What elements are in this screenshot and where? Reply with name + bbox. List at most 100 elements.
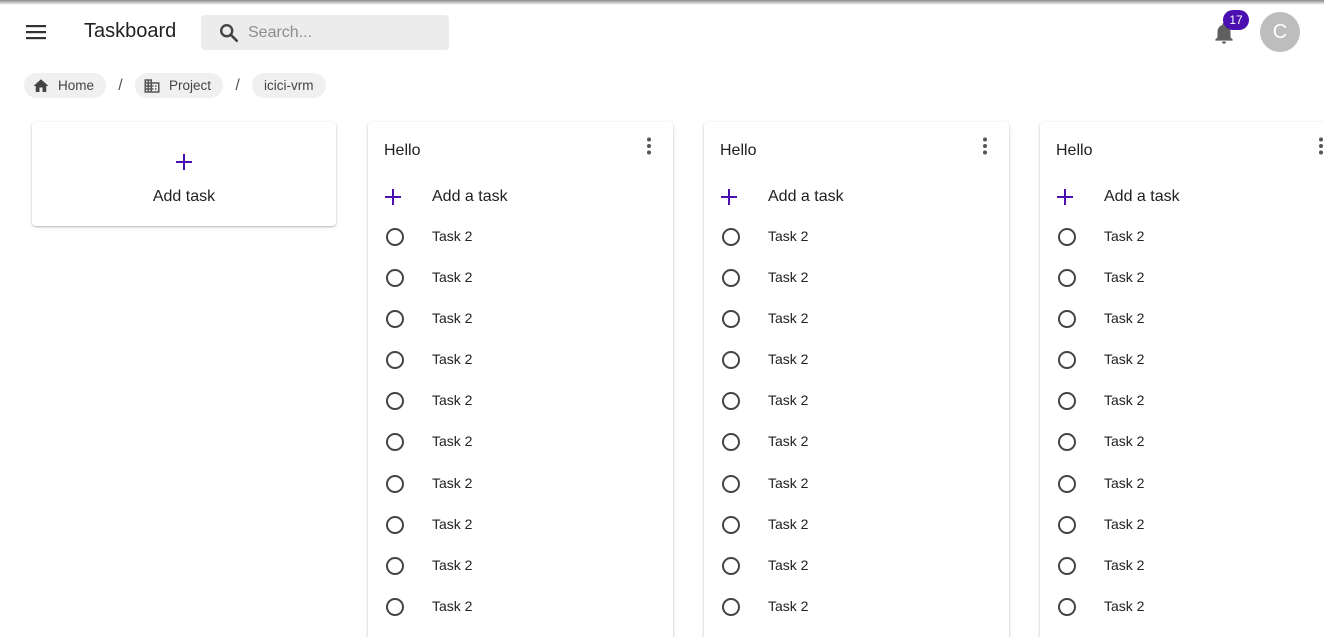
search-input[interactable]	[248, 15, 443, 50]
task-item[interactable]: Task 2	[1056, 225, 1324, 266]
task-item[interactable]: Task 2	[720, 595, 990, 636]
task-checkbox[interactable]	[722, 392, 740, 411]
task-list: Task 2 Task 2 Task 2 Task 2 Task 2 Task …	[720, 225, 990, 636]
task-label: Task 2	[1104, 556, 1145, 573]
task-item[interactable]: Task 2	[1056, 472, 1324, 513]
task-label: Task 2	[768, 433, 809, 450]
task-item[interactable]: Task 2	[1056, 554, 1324, 595]
task-item[interactable]: Task 2	[384, 595, 654, 636]
menu-icon[interactable]	[22, 18, 50, 46]
task-checkbox[interactable]	[1058, 392, 1076, 411]
task-item[interactable]: Task 2	[384, 430, 654, 471]
task-label: Task 2	[1104, 310, 1145, 327]
task-label: Task 2	[1104, 515, 1145, 532]
task-checkbox[interactable]	[1058, 556, 1076, 575]
search-box[interactable]	[201, 15, 449, 50]
app-bar: Taskboard 17 C	[0, 0, 1324, 64]
breadcrumb-current[interactable]: icici-vrm	[252, 73, 326, 98]
task-item[interactable]: Task 2	[384, 307, 654, 348]
task-label: Task 2	[432, 228, 473, 244]
task-label: Task 2	[1104, 228, 1145, 244]
task-item[interactable]: Task 2	[384, 389, 654, 430]
task-item[interactable]: Task 2	[384, 225, 654, 266]
task-item[interactable]: Task 2	[1056, 430, 1324, 471]
task-item[interactable]: Task 2	[1056, 266, 1324, 307]
task-item[interactable]: Task 2	[1056, 513, 1324, 554]
task-checkbox[interactable]	[1058, 269, 1076, 288]
plus-icon	[385, 189, 401, 205]
task-checkbox[interactable]	[722, 228, 740, 246]
task-item[interactable]: Task 2	[1056, 348, 1324, 389]
task-checkbox[interactable]	[722, 351, 740, 370]
avatar[interactable]: C	[1260, 12, 1300, 52]
task-checkbox[interactable]	[722, 474, 740, 493]
task-column: Hello Add a task Task 2 Task 2 Task 2 Ta…	[368, 122, 673, 637]
task-item[interactable]: Task 2	[384, 513, 654, 554]
task-item[interactable]: Task 2	[1056, 307, 1324, 348]
breadcrumb-label: Home	[58, 78, 95, 93]
add-task-card-label: Add task	[152, 188, 216, 205]
breadcrumb-label: icici-vrm	[264, 78, 314, 93]
task-checkbox[interactable]	[722, 556, 740, 575]
task-item[interactable]: Task 2	[384, 554, 654, 595]
task-checkbox[interactable]	[1058, 351, 1076, 370]
add-a-task-button[interactable]: Add a task	[1056, 186, 1324, 210]
task-label: Task 2	[432, 597, 473, 614]
task-checkbox[interactable]	[1058, 474, 1076, 493]
task-checkbox[interactable]	[386, 228, 404, 246]
breadcrumb-home[interactable]: Home	[24, 73, 107, 98]
task-item[interactable]: Task 2	[384, 348, 654, 389]
task-checkbox[interactable]	[386, 433, 404, 452]
task-checkbox[interactable]	[386, 474, 404, 493]
home-icon	[33, 78, 49, 92]
breadcrumb-separator: /	[235, 76, 240, 94]
task-checkbox[interactable]	[1058, 515, 1076, 534]
add-a-task-button[interactable]: Add a task	[384, 186, 654, 210]
column-title: Hello	[1056, 142, 1093, 159]
add-a-task-button[interactable]: Add a task	[720, 186, 990, 210]
plus-icon	[721, 189, 737, 205]
task-checkbox[interactable]	[722, 597, 740, 616]
task-item[interactable]: Task 2	[720, 554, 990, 595]
task-list: Task 2 Task 2 Task 2 Task 2 Task 2 Task …	[1056, 225, 1324, 636]
task-label: Task 2	[1104, 474, 1145, 491]
add-task-card[interactable]: Add task	[32, 122, 336, 226]
task-item[interactable]: Task 2	[720, 430, 990, 471]
task-item[interactable]: Task 2	[720, 225, 990, 266]
task-checkbox[interactable]	[1058, 310, 1076, 329]
task-checkbox[interactable]	[386, 269, 404, 288]
task-label: Task 2	[1104, 597, 1145, 614]
task-checkbox[interactable]	[386, 597, 404, 616]
task-item[interactable]: Task 2	[720, 348, 990, 389]
task-checkbox[interactable]	[722, 433, 740, 452]
task-item[interactable]: Task 2	[384, 266, 654, 307]
plus-icon	[1057, 189, 1073, 205]
task-item[interactable]: Task 2	[720, 307, 990, 348]
task-item[interactable]: Task 2	[384, 472, 654, 513]
task-item[interactable]: Task 2	[1056, 389, 1324, 430]
task-checkbox[interactable]	[386, 556, 404, 575]
task-checkbox[interactable]	[722, 310, 740, 329]
task-checkbox[interactable]	[386, 310, 404, 329]
task-label: Task 2	[432, 556, 473, 573]
more-vert-icon[interactable]	[639, 136, 659, 156]
task-item[interactable]: Task 2	[720, 472, 990, 513]
more-vert-icon[interactable]	[975, 136, 995, 156]
task-checkbox[interactable]	[386, 515, 404, 534]
task-checkbox[interactable]	[1058, 228, 1076, 246]
task-checkbox[interactable]	[722, 515, 740, 534]
task-label: Task 2	[768, 597, 809, 614]
task-checkbox[interactable]	[386, 392, 404, 411]
task-checkbox[interactable]	[722, 269, 740, 288]
task-item[interactable]: Task 2	[1056, 595, 1324, 636]
task-item[interactable]: Task 2	[720, 266, 990, 307]
add-a-task-label: Add a task	[432, 188, 508, 205]
task-label: Task 2	[768, 474, 809, 491]
more-vert-icon[interactable]	[1311, 136, 1324, 156]
task-item[interactable]: Task 2	[720, 389, 990, 430]
task-checkbox[interactable]	[1058, 597, 1076, 616]
task-checkbox[interactable]	[386, 351, 404, 370]
breadcrumb-project[interactable]: Project	[135, 73, 224, 98]
task-checkbox[interactable]	[1058, 433, 1076, 452]
task-item[interactable]: Task 2	[720, 513, 990, 554]
